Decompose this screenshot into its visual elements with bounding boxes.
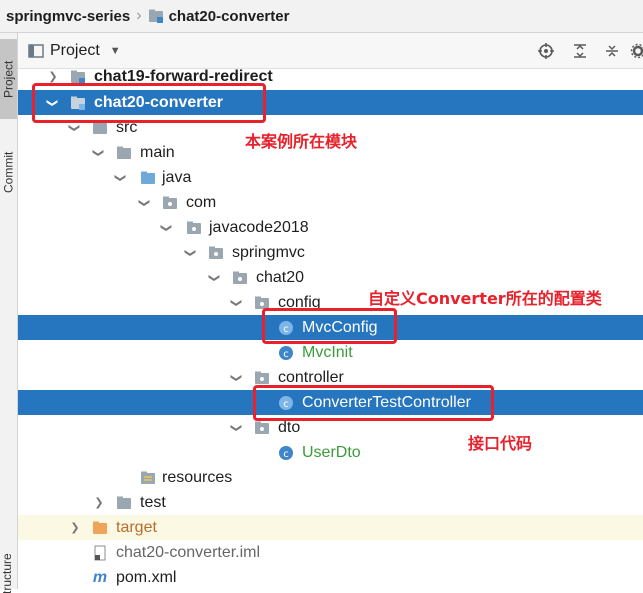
tree-item-springmvc[interactable]: ❯ springmvc	[18, 240, 643, 265]
tree-item-java[interactable]: ❯ java	[18, 165, 643, 190]
source-folder-icon	[140, 170, 156, 186]
tree-item-label: java	[162, 169, 191, 187]
tree-item-label: chat20-converter.iml	[116, 544, 260, 562]
tree-item-userdto[interactable]: c UserDto	[18, 440, 643, 465]
chevron-down-icon[interactable]: ❯	[92, 146, 106, 160]
resources-folder-icon	[140, 470, 156, 486]
package-icon	[208, 245, 224, 261]
commit-tool-tab-label: Commit	[2, 151, 16, 192]
chevron-down-icon[interactable]: ❯	[114, 171, 128, 185]
gear-icon[interactable]	[628, 41, 643, 61]
package-icon	[186, 220, 202, 236]
chevron-down-icon[interactable]: ❯	[184, 246, 198, 260]
project-tool-tab-label: Project	[2, 60, 16, 97]
chevron-down-icon[interactable]: ❯	[230, 421, 244, 435]
breadcrumb-project-label: springmvc-series	[6, 8, 130, 25]
tree-item-label: chat20	[256, 269, 304, 287]
breadcrumb-module-label: chat20-converter	[169, 8, 290, 25]
tree-item-label: com	[186, 194, 216, 212]
tree-item-label: springmvc	[232, 244, 305, 262]
tree-item-iml[interactable]: chat20-converter.iml	[18, 540, 643, 565]
package-icon	[254, 370, 270, 386]
package-icon	[162, 195, 178, 211]
annotation-box-module	[32, 83, 266, 123]
chevron-down-icon[interactable]: ▼	[110, 45, 121, 57]
excluded-folder-icon	[92, 520, 108, 536]
chevron-right-icon[interactable]: ❯	[46, 70, 60, 84]
tree-item-target[interactable]: ❯ target	[18, 515, 643, 540]
class-icon: c	[278, 445, 294, 461]
left-tool-strip: Project Commit Structure	[0, 33, 18, 589]
chevron-right-icon[interactable]: ❯	[92, 496, 106, 510]
tree-item-pom[interactable]: m pom.xml	[18, 565, 643, 590]
structure-tool-tab-label: Structure	[0, 553, 14, 593]
tree-item-label: target	[116, 519, 157, 537]
tree-item-resources[interactable]: resources	[18, 465, 643, 490]
annotation-controller-note: 接口代码	[468, 430, 532, 454]
tree-item-javacode2018[interactable]: ❯ javacode2018	[18, 215, 643, 240]
expand-all-icon[interactable]	[570, 41, 590, 61]
chevron-down-icon[interactable]: ❯	[230, 296, 244, 310]
tree-item-com[interactable]: ❯ com	[18, 190, 643, 215]
chevron-right-icon[interactable]: ❯	[68, 521, 82, 535]
module-file-icon	[92, 545, 108, 561]
commit-tool-tab[interactable]: Commit	[0, 129, 17, 215]
tree-item-test[interactable]: ❯ test	[18, 490, 643, 515]
tree-item-label: controller	[278, 369, 344, 387]
project-tool-tab[interactable]: Project	[0, 39, 17, 119]
module-folder-icon	[148, 8, 164, 24]
tree-item-label: MvcInit	[302, 344, 353, 362]
tree-item-label: javacode2018	[209, 219, 309, 237]
package-icon	[232, 270, 248, 286]
folder-icon	[116, 145, 132, 161]
annotation-box-controller	[253, 385, 494, 421]
annotation-module-note: 本案例所在模块	[245, 128, 357, 152]
annotation-config-note: 自定义Converter所在的配置类	[368, 285, 602, 309]
breadcrumb-separator-icon: ›	[136, 7, 141, 25]
project-panel-title[interactable]: Project	[50, 42, 100, 60]
tree-item-label: dto	[278, 419, 300, 437]
svg-text:c: c	[283, 349, 289, 360]
tree-item-label: main	[140, 144, 175, 162]
maven-icon: m	[92, 570, 108, 586]
breadcrumb-project[interactable]: springmvc-series	[6, 8, 130, 25]
svg-text:c: c	[283, 449, 289, 460]
collapse-all-icon[interactable]	[602, 41, 622, 61]
annotation-box-mvcconfig	[262, 308, 397, 344]
folder-icon	[116, 495, 132, 511]
breadcrumb: springmvc-series › chat20-converter	[0, 0, 643, 33]
chevron-down-icon[interactable]: ❯	[138, 196, 152, 210]
breadcrumb-module[interactable]: chat20-converter	[148, 8, 290, 25]
tree-item-label: test	[140, 494, 166, 512]
class-icon: c	[278, 345, 294, 361]
tree-item-label: UserDto	[302, 444, 361, 462]
package-icon	[254, 420, 270, 436]
chevron-down-icon[interactable]: ❯	[208, 271, 222, 285]
tree-item-label: pom.xml	[116, 569, 176, 587]
structure-tool-tab[interactable]: Structure	[0, 553, 17, 593]
locate-file-icon[interactable]	[536, 41, 556, 61]
chevron-down-icon[interactable]: ❯	[230, 371, 244, 385]
tree-item-label: resources	[162, 469, 232, 487]
chevron-down-icon[interactable]: ❯	[160, 221, 174, 235]
project-view-icon	[28, 43, 44, 59]
